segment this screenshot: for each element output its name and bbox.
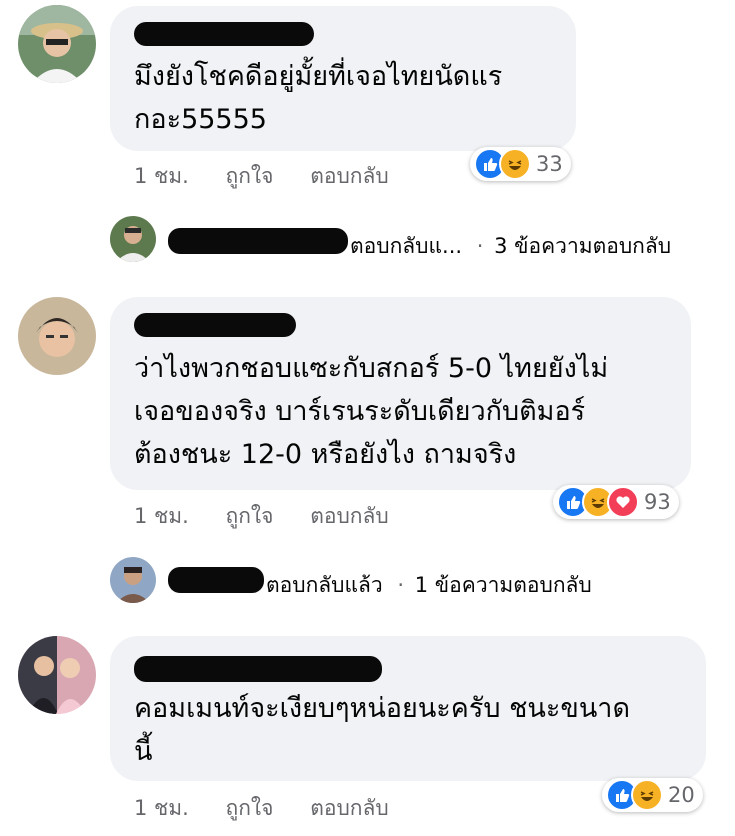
redacted-replier-name[interactable] [168, 228, 348, 254]
redacted-author-name[interactable] [134, 656, 382, 682]
like-link[interactable]: ถูกใจ [226, 500, 274, 533]
reaction-summary[interactable]: 33 [470, 147, 571, 181]
reply-count: 1 ข้อความตอบกลับ [414, 573, 592, 597]
comment-text-line: ว่าไงพวกชอบแซะกับสกอร์ 5-0 ไทยยังไม่ [134, 353, 609, 384]
reaction-summary[interactable]: 93 [553, 485, 679, 519]
comment-text: มึงยังโชคดีอยู่มั้ยที่เจอไทยนัดแร กอะ555… [134, 55, 502, 141]
replier-avatar[interactable] [110, 557, 156, 603]
reply-status: ตอบกลับแล้ว [266, 573, 383, 597]
reaction-count: 93 [644, 490, 671, 514]
replier-avatar[interactable] [110, 216, 156, 262]
comment-actions: 1 ชม. ถูกใจ ตอบกลับ [134, 500, 389, 533]
comment-text: ว่าไงพวกชอบแซะกับสกอร์ 5-0 ไทยยังไม่ เจอ… [134, 347, 608, 476]
like-link[interactable]: ถูกใจ [226, 792, 274, 825]
comment-actions: 1 ชม. ถูกใจ ตอบกลับ [134, 160, 389, 193]
haha-icon [499, 148, 531, 180]
comment-text-line: ต้องชนะ 12-0 หรือยังไง ถามจริง [134, 439, 517, 470]
like-link[interactable]: ถูกใจ [226, 160, 274, 193]
love-icon [607, 486, 639, 518]
separator-dot: · [397, 573, 405, 597]
reaction-count: 20 [668, 783, 695, 807]
comment-text-line: เจอของจริง บาร์เรนระดับเดียวกับติมอร์ [134, 396, 586, 427]
comment-time[interactable]: 1 ชม. [134, 500, 189, 533]
comment-actions: 1 ชม. ถูกใจ ตอบกลับ [134, 792, 389, 825]
reply-count: 3 ข้อความตอบกลับ [494, 234, 672, 258]
comment-text-line: มึงยังโชคดีอยู่มั้ยที่เจอไทยนัดแร [134, 61, 503, 92]
comment-text-line: กอะ55555 [134, 104, 267, 135]
redacted-author-name[interactable] [134, 313, 296, 337]
reaction-count: 33 [536, 152, 563, 176]
reply-link[interactable]: ตอบกลับ [310, 160, 389, 193]
reply-link[interactable]: ตอบกลับ [310, 500, 389, 533]
commenter-avatar[interactable] [18, 636, 96, 714]
redacted-replier-name[interactable] [168, 567, 264, 593]
view-replies-link[interactable]: ตอบกลับแ... · 3 ข้อความตอบกลับ [350, 230, 671, 263]
comment-text: คอมเมนท์จะเงียบๆหน่อยนะครับ ชนะขนาด นี้ [134, 687, 630, 773]
redacted-author-name[interactable] [134, 22, 314, 46]
comment-text-line: คอมเมนท์จะเงียบๆหน่อยนะครับ ชนะขนาด [134, 693, 630, 724]
comment-time[interactable]: 1 ชม. [134, 792, 189, 825]
haha-icon [631, 779, 663, 811]
reply-status: ตอบกลับแ... [350, 234, 463, 258]
commenter-avatar[interactable] [18, 297, 96, 375]
view-replies-link[interactable]: ตอบกลับแล้ว · 1 ข้อความตอบกลับ [266, 569, 592, 602]
commenter-avatar[interactable] [18, 5, 96, 83]
reaction-summary[interactable]: 20 [602, 778, 703, 812]
comment-time[interactable]: 1 ชม. [134, 160, 189, 193]
reply-link[interactable]: ตอบกลับ [310, 792, 389, 825]
comment-text-line: นี้ [134, 736, 153, 767]
separator-dot: · [476, 234, 484, 258]
